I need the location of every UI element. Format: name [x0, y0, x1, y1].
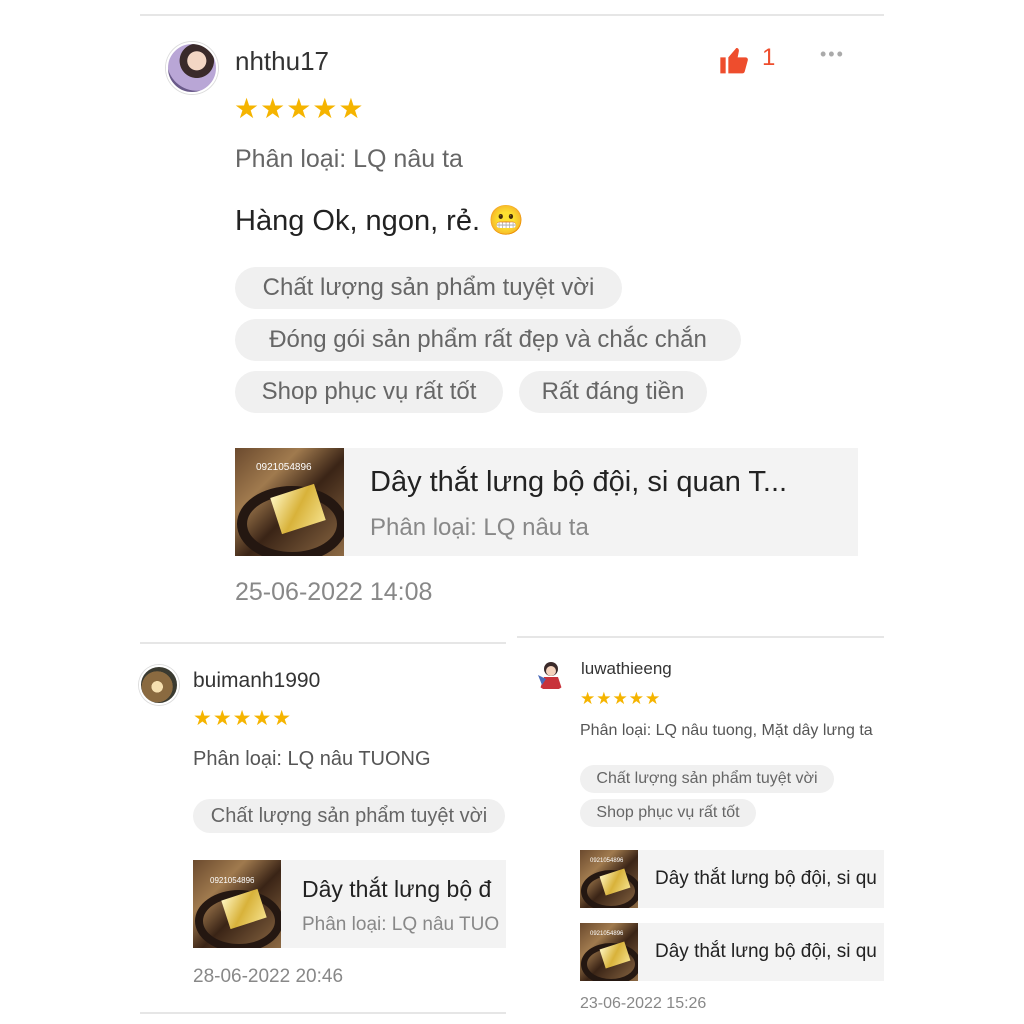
thumb-watermark: 0921054896 — [210, 876, 255, 885]
review-date: 25-06-2022 14:08 — [235, 578, 433, 606]
username[interactable]: buimanh1990 — [193, 669, 320, 693]
thumb-watermark: 0921054896 — [256, 462, 312, 473]
avatar[interactable] — [534, 657, 568, 691]
username[interactable]: nhthu17 — [235, 46, 329, 77]
product-title: Dây thắt lưng bộ đ — [302, 876, 492, 902]
thumbs-up-icon — [720, 48, 748, 74]
variant-label: Phân loại: LQ nâu ta — [235, 145, 463, 173]
product-title: Dây thắt lưng bộ đội, si qu — [655, 941, 877, 962]
anime-avatar-icon — [538, 662, 562, 689]
username[interactable]: luwathieeng — [581, 659, 672, 679]
variant-label: Phân loại: LQ nâu tuong, Mặt dây lưng ta — [580, 722, 873, 739]
product-thumbnail: 0921054896 — [580, 923, 638, 981]
rating-stars: ★★★★★ — [193, 707, 293, 730]
product-card-clip: 0921054896 Dây thắt lưng bộ đội, si qu — [580, 923, 884, 981]
more-options-icon[interactable]: ••• — [820, 44, 845, 65]
variant-label: Phân loại: LQ nâu TUONG — [193, 748, 431, 770]
like-button[interactable]: 1 — [718, 44, 782, 78]
comment-text: Hàng Ok, ngon, rẻ. — [235, 205, 481, 237]
thumb-watermark: 0921054896 — [590, 858, 624, 864]
review-comment: Hàng Ok, ngon, rẻ. 😬 — [235, 203, 524, 238]
avatar[interactable] — [139, 665, 179, 705]
review-date: 28-06-2022 20:46 — [193, 966, 344, 987]
rating-stars: ★★★★★ — [234, 93, 365, 124]
tag-chip: Rất đáng tiền — [519, 371, 707, 413]
avatar[interactable] — [166, 42, 218, 94]
product-card[interactable]: 0921054896 Dây thắt lưng bộ đội, si quan… — [235, 448, 858, 556]
thumb-watermark: 0921054896 — [590, 931, 624, 937]
tag-chip: Chất lượng sản phẩm tuyệt vời — [580, 765, 834, 793]
variant-clip: Phân loại: LQ nâu tuong, Mặt dây lưng ta — [580, 722, 884, 746]
product-thumbnail: 0921054896 — [580, 850, 638, 908]
tag-chip: Đóng gói sản phẩm rất đẹp và chắc chắn — [235, 319, 741, 361]
tag-chip: Chất lượng sản phẩm tuyệt vời — [193, 799, 505, 833]
product-card-clip: 0921054896 Dây thắt lưng bộ đội, si qu — [580, 850, 884, 908]
product-thumbnail: 0921054896 — [235, 448, 344, 556]
like-count: 1 — [762, 44, 776, 71]
tag-chip: Shop phục vụ rất tốt — [235, 371, 503, 413]
product-title: Dây thắt lưng bộ đội, si qu — [655, 868, 877, 889]
product-title: Dây thắt lưng bộ đội, si quan T... — [370, 466, 788, 498]
product-card[interactable]: 0921054896 Dây thắt lưng bộ đội, si qu — [580, 850, 884, 908]
divider — [140, 1012, 506, 1014]
product-card[interactable]: 0921054896 Dây thắt lưng bộ đ Phân loại:… — [193, 860, 506, 948]
product-thumbnail: 0921054896 — [193, 860, 281, 948]
top-divider — [140, 14, 884, 16]
product-card[interactable]: 0921054896 Dây thắt lưng bộ đội, si qu — [580, 923, 884, 981]
tag-chip: Shop phục vụ rất tốt — [580, 799, 756, 827]
divider — [517, 636, 884, 638]
grimace-emoji-icon: 😬 — [488, 203, 525, 237]
review-date: 23-06-2022 15:26 — [580, 995, 707, 1012]
product-card-clip: 0921054896 Dây thắt lưng bộ đ Phân loại:… — [193, 860, 506, 948]
divider — [140, 642, 506, 644]
rating-stars: ★★★★★ — [580, 689, 662, 708]
tag-chip: Chất lượng sản phẩm tuyệt vời — [235, 267, 622, 309]
product-variant: Phân loại: LQ nâu ta — [370, 514, 589, 541]
product-variant: Phân loại: LQ nâu TUO — [302, 914, 500, 935]
